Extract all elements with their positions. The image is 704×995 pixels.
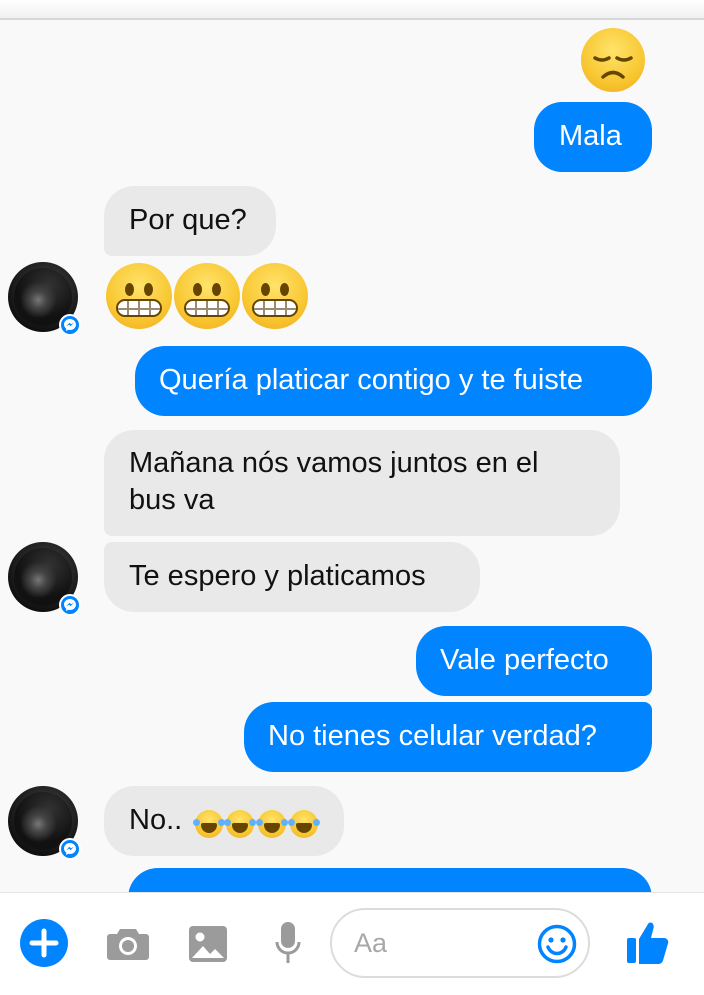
outgoing-message[interactable]: Vale perfecto <box>416 626 652 696</box>
incoming-message[interactable]: Por que? <box>104 186 276 256</box>
grimacing-face-emoji <box>174 263 240 329</box>
message-text: No.. <box>129 804 183 836</box>
incoming-message[interactable]: Mañana nós vamos juntos en el bus va <box>104 430 620 536</box>
message-text: Mala <box>559 120 622 152</box>
message-composer: Aa <box>0 892 704 995</box>
messenger-badge-icon <box>59 838 81 860</box>
face-with-tears-of-joy-emoji <box>256 810 288 838</box>
message-text: No tienes celular verdad? <box>268 720 597 752</box>
outgoing-message[interactable]: Mala <box>534 102 652 172</box>
message-text: Quería platicar contigo y te fuiste <box>159 364 583 396</box>
outgoing-message[interactable]: No tienes celular verdad? <box>244 702 652 772</box>
face-with-tears-of-joy-emoji <box>193 810 225 838</box>
thumbs-up-icon[interactable] <box>626 919 670 965</box>
camera-icon[interactable] <box>106 925 150 961</box>
disappointed-face-emoji <box>581 28 645 92</box>
top-edge <box>0 0 704 20</box>
messenger-badge-icon <box>59 594 81 616</box>
message-text-line: bus va <box>129 484 215 516</box>
incoming-message[interactable]: Te espero y platicamos <box>104 542 480 612</box>
messenger-badge-icon <box>59 314 81 336</box>
plus-icon[interactable] <box>20 919 68 967</box>
face-with-tears-of-joy-emoji <box>288 810 320 838</box>
message-text: Vale perfecto <box>440 644 609 676</box>
face-with-tears-of-joy-emoji <box>224 810 256 838</box>
contact-avatar[interactable] <box>8 262 81 336</box>
message-text-line: Mañana nós vamos juntos en el <box>129 447 539 479</box>
message-text: Por que? <box>129 204 247 236</box>
message-input-placeholder: Aa <box>354 928 388 958</box>
outgoing-message[interactable]: Quería platicar contigo y te fuiste <box>135 346 652 416</box>
image-icon[interactable] <box>188 925 228 963</box>
contact-avatar[interactable] <box>8 542 81 616</box>
grimacing-face-emoji <box>242 263 308 329</box>
smiley-icon[interactable] <box>537 924 577 964</box>
contact-avatar[interactable] <box>8 786 81 860</box>
message-input[interactable]: Aa <box>330 908 590 978</box>
message-text: Te espero y platicamos <box>129 560 426 592</box>
grimacing-face-emoji <box>106 263 172 329</box>
microphone-icon[interactable] <box>274 921 302 965</box>
